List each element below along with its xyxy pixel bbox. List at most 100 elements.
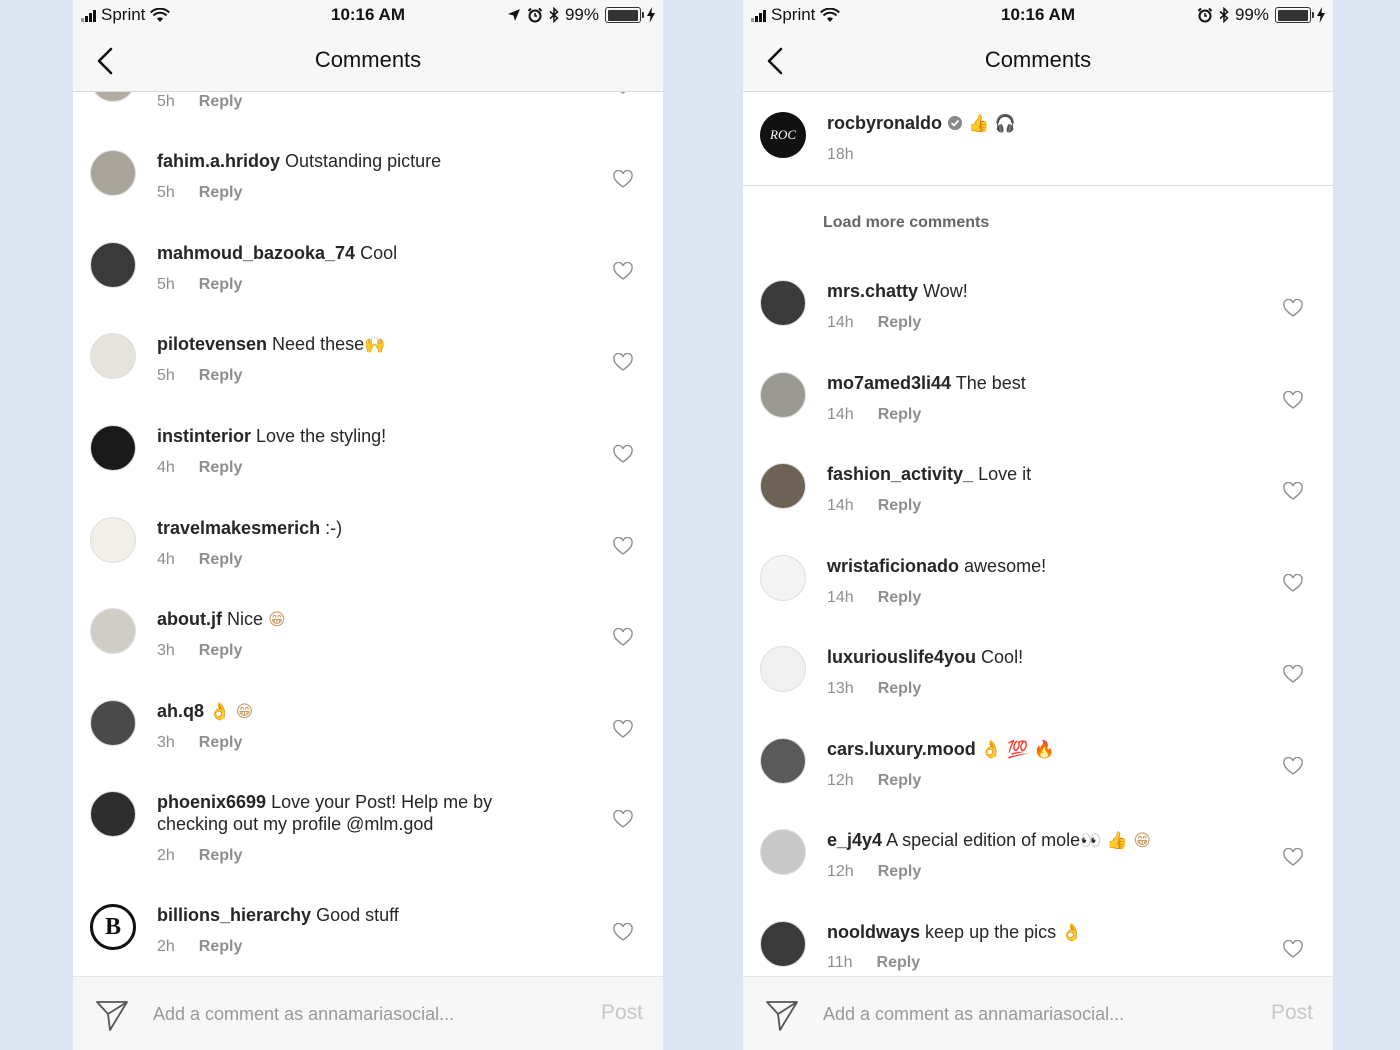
avatar[interactable] <box>90 517 136 563</box>
like-heart-icon[interactable] <box>613 810 633 828</box>
comment-username[interactable]: cars.luxury.mood <box>827 739 976 759</box>
comment-username[interactable]: travelmakesmerich <box>157 518 320 538</box>
comment-body: Need these <box>272 334 365 354</box>
like-heart-icon[interactable] <box>1283 848 1303 866</box>
comment-timestamp: 14h <box>827 497 854 514</box>
like-heart-icon[interactable] <box>1283 757 1303 775</box>
avatar[interactable]: ROC <box>760 112 806 158</box>
avatar[interactable] <box>90 425 136 471</box>
reply-button[interactable]: Reply <box>199 367 243 385</box>
comment-username[interactable]: fahim.a.hridoy <box>157 151 280 171</box>
comment-username[interactable]: nooldways <box>827 922 920 942</box>
comment-username[interactable]: luxuriouslife4you <box>827 647 976 667</box>
like-heart-icon[interactable] <box>613 537 633 555</box>
reply-button[interactable]: Reply <box>199 184 243 202</box>
comment-input[interactable] <box>823 1001 1243 1027</box>
reply-button[interactable]: Reply <box>877 954 921 972</box>
like-heart-icon[interactable] <box>613 445 633 463</box>
comment-username[interactable]: pilotevensen <box>157 334 267 354</box>
reply-button[interactable]: Reply <box>199 938 243 956</box>
avatar[interactable] <box>90 700 136 746</box>
avatar[interactable] <box>760 738 806 784</box>
avatar[interactable] <box>90 150 136 196</box>
like-heart-icon[interactable] <box>1283 665 1303 683</box>
avatar[interactable]: B <box>90 904 136 950</box>
caption-username[interactable]: rocbyronaldo <box>827 113 942 133</box>
comment-list[interactable]: 5h Reply fahim.a.hridoy Outstanding pict… <box>73 92 663 976</box>
comment-username[interactable]: billions_hierarchy <box>157 905 311 925</box>
avatar[interactable] <box>90 608 136 654</box>
reply-button[interactable]: Reply <box>199 847 243 865</box>
load-more-comments-button[interactable]: Load more comments <box>823 214 989 232</box>
avatar[interactable] <box>760 555 806 601</box>
nav-bar: Comments <box>73 30 663 92</box>
nav-bar: Comments <box>743 30 1333 92</box>
avatar[interactable] <box>760 829 806 875</box>
post-button[interactable]: Post <box>1271 1001 1313 1025</box>
comment-timestamp: 5h <box>157 276 175 293</box>
send-paper-plane-icon[interactable] <box>95 998 129 1032</box>
reply-button[interactable]: Reply <box>878 772 922 790</box>
avatar[interactable] <box>760 646 806 692</box>
reply-button[interactable]: Reply <box>878 680 922 698</box>
like-heart-icon[interactable] <box>613 353 633 371</box>
reply-button[interactable]: Reply <box>878 406 922 424</box>
like-heart-icon[interactable] <box>613 720 633 738</box>
comment-timestamp: 12h <box>827 772 854 789</box>
alarm-icon <box>1197 7 1213 23</box>
comment-username[interactable]: about.jf <box>157 609 222 629</box>
reply-button[interactable]: Reply <box>878 863 922 881</box>
like-heart-icon[interactable] <box>1283 574 1303 592</box>
avatar[interactable] <box>760 463 806 509</box>
page-title: Comments <box>314 47 422 72</box>
reply-button[interactable]: Reply <box>199 734 243 752</box>
comment-username[interactable]: mo7amed3li44 <box>827 373 951 393</box>
avatar[interactable] <box>90 242 136 288</box>
reply-button[interactable]: Reply <box>878 589 922 607</box>
comment-username[interactable]: ah.q8 <box>157 701 204 721</box>
comment-body: The best <box>955 373 1026 393</box>
reply-button[interactable]: Reply <box>199 642 243 660</box>
bluetooth-icon <box>549 7 559 23</box>
like-heart-icon[interactable] <box>1283 391 1303 409</box>
emoji: 👌 😁 <box>209 702 254 722</box>
like-heart-icon[interactable] <box>1283 940 1303 958</box>
avatar[interactable] <box>90 92 136 102</box>
reply-button[interactable]: Reply <box>199 551 243 569</box>
avatar[interactable] <box>90 333 136 379</box>
comment-body: Nice <box>227 609 264 629</box>
reply-button[interactable]: Reply <box>199 93 243 111</box>
avatar[interactable] <box>760 372 806 418</box>
comment-timestamp: 12h <box>827 863 854 880</box>
emoji: 👌 <box>1061 923 1083 943</box>
comment-username[interactable]: instinterior <box>157 426 251 446</box>
comment-username[interactable]: fashion_activity_ <box>827 464 973 484</box>
send-paper-plane-icon[interactable] <box>765 998 799 1032</box>
like-heart-icon[interactable] <box>613 923 633 941</box>
avatar[interactable] <box>760 280 806 326</box>
comment-body: Love the styling! <box>256 426 387 446</box>
comment-username[interactable]: mahmoud_bazooka_74 <box>157 243 355 263</box>
comment-timestamp: 14h <box>827 314 854 331</box>
comment-username[interactable]: mrs.chatty <box>827 281 918 301</box>
like-heart-icon[interactable] <box>613 170 633 188</box>
reply-button[interactable]: Reply <box>199 276 243 294</box>
avatar[interactable] <box>90 791 136 837</box>
comment-input[interactable] <box>153 1001 573 1027</box>
page-title: Comments <box>984 47 1092 72</box>
comment-username[interactable]: e_j4y4 <box>827 830 882 850</box>
like-heart-icon[interactable] <box>613 628 633 646</box>
avatar[interactable] <box>760 921 806 967</box>
like-heart-icon[interactable] <box>613 262 633 280</box>
comment-username[interactable]: wristaficionado <box>827 556 959 576</box>
like-heart-icon[interactable] <box>1283 299 1303 317</box>
comment-body: Love it <box>978 464 1032 484</box>
comment-list[interactable]: mrs.chatty Wow! 14h Reply mo7amed3li44 T… <box>743 280 1333 976</box>
post-button[interactable]: Post <box>601 1001 643 1025</box>
reply-button[interactable]: Reply <box>878 497 922 515</box>
reply-button[interactable]: Reply <box>199 459 243 477</box>
reply-button[interactable]: Reply <box>878 314 922 332</box>
like-heart-icon[interactable] <box>613 92 633 94</box>
comment-username[interactable]: phoenix6699 <box>157 792 266 812</box>
like-heart-icon[interactable] <box>1283 482 1303 500</box>
